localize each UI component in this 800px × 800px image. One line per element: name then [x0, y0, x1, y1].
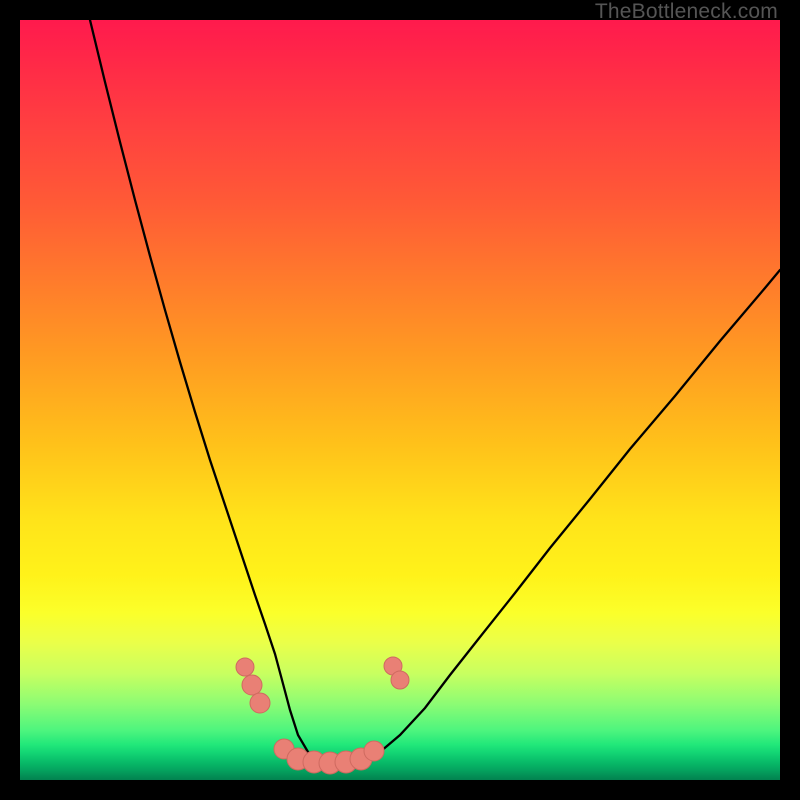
bottleneck-curve	[90, 20, 780, 762]
valley-marker	[364, 741, 384, 761]
valley-marker	[242, 675, 262, 695]
valley-marker	[391, 671, 409, 689]
plot-frame	[20, 20, 780, 780]
bottom-marker-group	[236, 657, 409, 774]
valley-marker	[236, 658, 254, 676]
watermark-text: TheBottleneck.com	[595, 0, 778, 24]
chart-svg	[20, 20, 780, 780]
valley-marker	[250, 693, 270, 713]
